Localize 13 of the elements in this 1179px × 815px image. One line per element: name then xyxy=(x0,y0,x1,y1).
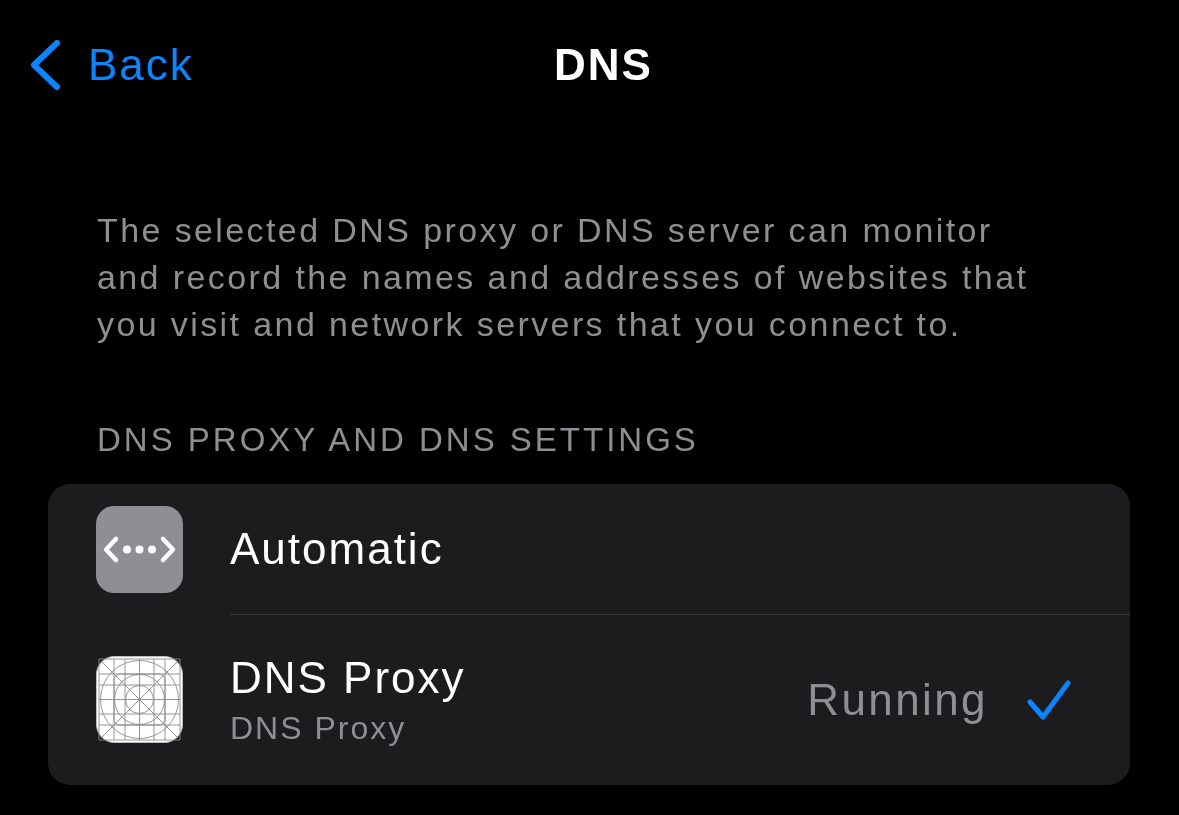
app-grid-icon xyxy=(96,656,183,743)
dns-option-row[interactable]: Automatic xyxy=(48,484,1130,614)
description-text: The selected DNS proxy or DNS server can monitor and record the names and addresses of websites that you visit and network servers that you connect to. xyxy=(97,210,1030,345)
chevron-left-icon xyxy=(28,39,62,91)
option-title: Automatic xyxy=(230,524,445,574)
status-text: Running xyxy=(807,675,988,725)
dns-option-row[interactable]: DNS Proxy DNS Proxy Running xyxy=(48,614,1130,785)
option-title: DNS Proxy xyxy=(230,653,467,703)
option-subtitle: DNS Proxy xyxy=(230,709,408,747)
back-button[interactable]: Back xyxy=(28,39,194,91)
section-header: DNS PROXY AND DNS SETTINGS xyxy=(97,420,700,460)
network-dots-icon xyxy=(96,505,183,593)
page-title: DNS xyxy=(554,43,653,87)
